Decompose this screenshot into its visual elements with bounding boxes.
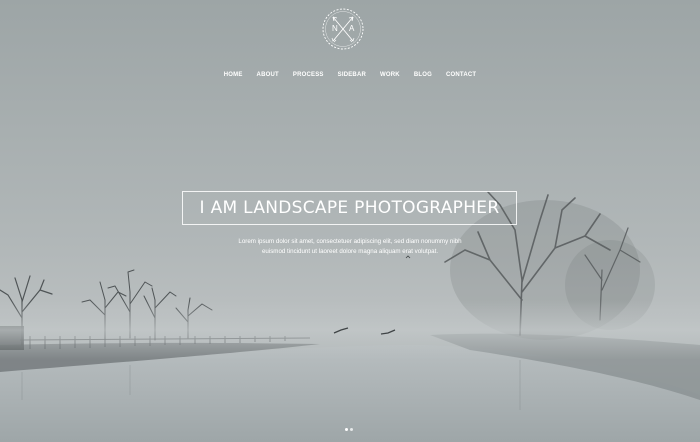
slider-dot-2[interactable] — [350, 428, 353, 431]
logo-letter-left: N — [332, 24, 338, 33]
slider-dot-1[interactable] — [345, 428, 348, 431]
nav-item-about[interactable]: ABOUT — [257, 71, 279, 83]
main-nav: HOME ABOUT PROCESS SIDEBAR WORK BLOG CON… — [0, 71, 700, 83]
nav-item-process[interactable]: PROCESS — [293, 71, 324, 83]
hero-section: N A HOME ABOUT PROCESS SIDEBAR WORK BLOG… — [0, 0, 700, 442]
nav-item-sidebar[interactable]: SIDEBAR — [338, 71, 366, 83]
crossed-arrows-wreath-icon — [322, 8, 364, 50]
logo[interactable]: N A — [321, 7, 365, 51]
hero-lead-text: Lorem ipsum dolor sit amet, consectetuer… — [220, 237, 480, 257]
logo-letter-right: A — [349, 24, 355, 33]
nav-item-contact[interactable]: CONTACT — [446, 71, 476, 83]
hero-lead-line-1: Lorem ipsum dolor sit amet, consectetuer… — [238, 238, 462, 245]
hero-headline: I AM LANDSCAPE PHOTOGRAPHER — [199, 198, 500, 218]
slider-pagination — [345, 428, 353, 431]
nav-item-home[interactable]: HOME — [224, 71, 243, 83]
nav-item-work[interactable]: WORK — [380, 71, 400, 83]
hero-lead-line-2: euismod tincidunt ut laoreet dolore magn… — [261, 248, 439, 255]
headline-frame: I AM LANDSCAPE PHOTOGRAPHER — [182, 191, 517, 225]
nav-item-blog[interactable]: BLOG — [414, 71, 432, 83]
